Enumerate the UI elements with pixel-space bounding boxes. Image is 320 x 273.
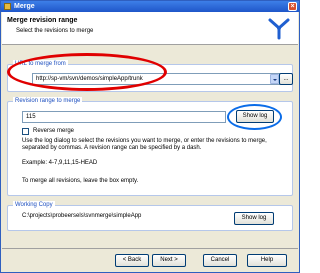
wizard-header: Merge revision range Select the revision… [2,12,298,45]
help-text: Use the log dialog to select the revisio… [22,138,267,151]
working-copy-path: C:\projects\probeersels\svnmerge\simpleA… [22,213,142,219]
reverse-merge-label[interactable]: Reverse merge [33,128,74,135]
next-button[interactable]: Next > [152,254,186,267]
working-copy-legend: Working Copy [13,201,55,210]
revision-range-input[interactable]: 115 [22,111,226,123]
back-button[interactable]: < Back [115,254,149,267]
merge-dialog: Merge × Merge revision range Select the … [0,0,300,273]
example-text: Example: 4-7,9,11,15-HEAD [22,160,98,166]
close-button[interactable]: × [288,2,297,11]
url-group-legend: URL to merge from [13,60,68,69]
cancel-button[interactable]: Cancel [203,254,237,267]
revision-group-legend: Revision range to merge [13,97,83,106]
url-combo[interactable]: http://sp-vm/svn/demos/simpleApp/trunk [32,73,280,85]
show-log-button[interactable]: Show log [236,110,274,123]
page-subtitle: Select the revisions to merge [16,28,94,34]
window-title: Merge [14,3,35,10]
tortoisesvn-logo-icon [268,18,290,40]
merge-all-text: To merge all revisions, leave the box em… [22,178,139,184]
title-bar[interactable]: Merge × [1,1,299,12]
working-copy-group: Working Copy C:\projects\probeersels\svn… [7,201,293,231]
url-group: URL to merge from http://sp-vm/svn/demos… [7,60,293,92]
browse-button[interactable]: ... [279,73,293,85]
footer-divider [2,248,298,249]
working-copy-show-log-button[interactable]: Show log [234,212,274,225]
revision-group: Revision range to merge 115 Show log Rev… [7,97,293,196]
chevron-down-icon[interactable] [270,74,279,84]
reverse-merge-checkbox[interactable] [22,128,29,135]
merge-icon [4,3,11,10]
help-button[interactable]: Help [247,254,287,267]
page-title: Merge revision range [7,17,78,24]
url-value: http://sp-vm/svn/demos/simpleApp/trunk [36,76,143,82]
